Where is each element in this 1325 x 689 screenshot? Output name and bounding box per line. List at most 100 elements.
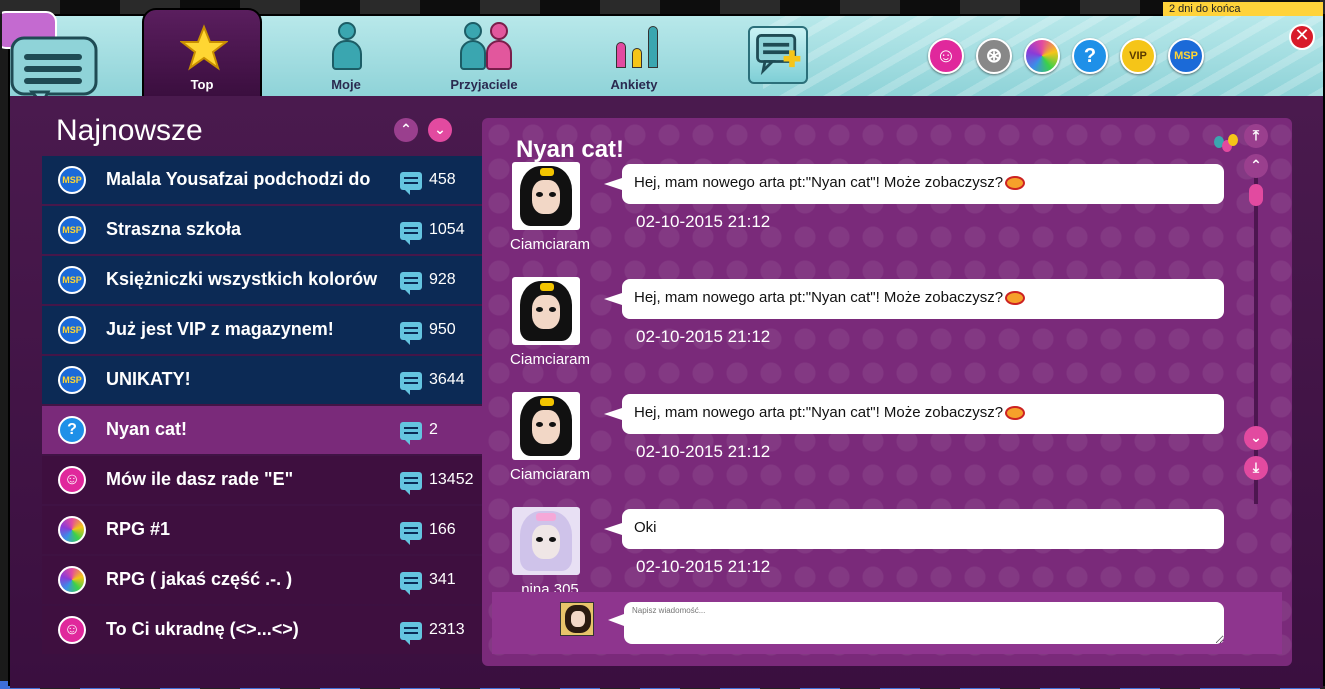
vip-icon[interactable]: VIP	[1120, 38, 1156, 74]
thread-panel: Nyan cat! Ciamciaram Hej, mam nowego arta…	[482, 118, 1292, 666]
topic-title: Księżniczki wszystkich kolorów	[106, 269, 378, 289]
topic-row[interactable]: RPG ( jakaś część .-. ) 341	[42, 556, 482, 604]
scroll-bottom-button[interactable]: ⤓	[1244, 456, 1268, 480]
topic-row[interactable]: MSP Malala Yousafzai podchodzi do 458	[42, 156, 482, 204]
user-avatar[interactable]	[512, 277, 580, 345]
scroll-down-button[interactable]: ⌄	[428, 118, 452, 142]
message-text: Hej, mam nowego arta pt:"Nyan cat"! Może…	[634, 289, 1004, 306]
participants-icon[interactable]	[1214, 134, 1238, 156]
chat-logo-icon	[2, 11, 98, 104]
tab-ankiety[interactable]: Ankiety	[574, 16, 694, 96]
compose-bar	[492, 592, 1282, 654]
topic-title: Straszna szkoła	[106, 219, 242, 239]
message-text: Hej, mam nowego arta pt:"Nyan cat"! Może…	[634, 404, 1004, 421]
scrollbar-thumb[interactable]	[1249, 184, 1263, 206]
comment-count: 458	[429, 171, 456, 188]
message-text: Hej, mam nowego arta pt:"Nyan cat"! Może…	[634, 174, 1004, 191]
message-time: 02-10-2015 21:12	[636, 557, 771, 576]
username[interactable]: Ciamciaram	[502, 236, 598, 253]
topic-row[interactable]: MSP Straszna szkoła 1054	[42, 206, 482, 254]
username[interactable]: Ciamciaram	[502, 351, 598, 368]
friends-icon	[460, 22, 516, 70]
topic-title: Nyan cat!	[106, 419, 188, 439]
vip-days-badge: 2 dni do końca	[1163, 2, 1323, 16]
rainbow-ball-icon[interactable]	[1024, 38, 1060, 74]
scrollbar-track[interactable]	[1254, 174, 1258, 504]
thread-scroll-down-button[interactable]: ⌄	[1244, 426, 1268, 450]
comment-icon	[400, 372, 422, 395]
my-avatar	[560, 602, 594, 636]
tab-przyjaciele[interactable]: Przyjaciele	[424, 16, 544, 96]
rainbow-ball-icon	[58, 516, 86, 544]
comment-count: 928	[429, 271, 456, 288]
message-input[interactable]	[624, 602, 1224, 644]
message-text: Oki	[634, 519, 657, 536]
msp-icon[interactable]: MSP	[1168, 38, 1204, 74]
comment-icon	[400, 222, 422, 245]
user-avatar[interactable]	[512, 507, 580, 575]
forum-window: 2 dni do końca Top Moje Przyjaciele Anki…	[2, 2, 1325, 688]
film-reel-icon[interactable]: ⊛	[976, 38, 1012, 74]
message-time: 02-10-2015 21:12	[636, 442, 771, 461]
comment-icon	[400, 272, 422, 295]
scroll-up-button[interactable]: ⌃	[394, 118, 418, 142]
star-icon	[180, 24, 228, 71]
comment-icon	[400, 422, 422, 445]
topic-row[interactable]: RPG #1 166	[42, 506, 482, 554]
message: Ciamciaram Hej, mam nowego arta pt:"Nyan …	[510, 277, 1250, 387]
topic-row[interactable]: MSP Już jest VIP z magazynem! 950	[42, 306, 482, 354]
message-time: 02-10-2015 21:12	[636, 212, 771, 231]
user-avatar[interactable]	[512, 162, 580, 230]
new-topic-icon	[756, 34, 801, 76]
help-icon[interactable]: ?	[1072, 38, 1108, 74]
rainbow-ball-icon	[58, 566, 86, 594]
smiley-icon: ☺	[58, 616, 86, 644]
emoticon-icon	[1005, 406, 1026, 421]
topic-row[interactable]: ? Nyan cat! 2	[42, 406, 482, 454]
user-avatar[interactable]	[512, 392, 580, 460]
comment-count: 1054	[429, 221, 465, 238]
message-bubble: Hej, mam nowego arta pt:"Nyan cat"! Może…	[604, 394, 1224, 434]
comment-icon	[400, 172, 422, 195]
scroll-top-button[interactable]: ⤒	[1244, 124, 1268, 148]
tab-ankiety-label: Ankiety	[610, 77, 658, 92]
comment-count: 3644	[429, 371, 465, 388]
comment-count: 341	[429, 571, 456, 588]
close-button[interactable]: ✕	[1289, 24, 1315, 50]
topic-title: Już jest VIP z magazynem!	[106, 319, 334, 339]
msp-icon: MSP	[58, 216, 86, 244]
topic-row[interactable]: MSP UNIKATY! 3644	[42, 356, 482, 404]
message-bubble: Oki	[604, 509, 1224, 549]
tab-top[interactable]: Top	[142, 8, 262, 98]
comment-icon	[400, 522, 422, 545]
header-bar: 2 dni do końca Top Moje Przyjaciele Anki…	[2, 2, 1323, 104]
message-bubble: Hej, mam nowego arta pt:"Nyan cat"! Może…	[604, 279, 1224, 319]
thread-scroll-up-button[interactable]: ⌃	[1244, 154, 1268, 178]
message: Ciamciaram Hej, mam nowego arta pt:"Nyan …	[510, 162, 1250, 272]
tab-moje-label: Moje	[331, 77, 361, 92]
comment-count: 166	[429, 521, 456, 538]
topic-row[interactable]: ☺ Mów ile dasz rade "E" 13452	[42, 456, 482, 504]
username[interactable]: Ciamciaram	[502, 466, 598, 483]
msp-icon: MSP	[58, 316, 86, 344]
emoticon-icon	[1005, 291, 1026, 306]
msp-icon: MSP	[58, 366, 86, 394]
topic-title: Malala Yousafzai podchodzi do	[106, 169, 371, 189]
comment-count: 13452	[429, 471, 474, 488]
topic-list: MSP Malala Yousafzai podchodzi do 458 MSP St…	[42, 156, 482, 656]
new-topic-button[interactable]	[748, 26, 808, 84]
smiley-icon[interactable]: ☺	[928, 38, 964, 74]
tab-moje[interactable]: Moje	[286, 16, 406, 96]
topic-row[interactable]: ☺ To Ci ukradnę (<>...<>) 2313	[42, 606, 482, 654]
poll-chart-icon	[616, 22, 662, 68]
topic-row[interactable]: MSP Księżniczki wszystkich kolorów 928	[42, 256, 482, 304]
help-icon: ?	[58, 416, 86, 444]
msp-icon: MSP	[58, 166, 86, 194]
comment-icon	[400, 322, 422, 345]
comment-count: 2313	[429, 621, 465, 638]
topic-title: RPG ( jakaś część .-. )	[106, 569, 293, 589]
content-area: Najnowsze ⌃ ⌄ MSP Malala Yousafzai podcho…	[10, 96, 1323, 688]
comment-icon	[400, 472, 422, 495]
message-bubble: Hej, mam nowego arta pt:"Nyan cat"! Może…	[604, 164, 1224, 204]
comment-icon	[400, 572, 422, 595]
